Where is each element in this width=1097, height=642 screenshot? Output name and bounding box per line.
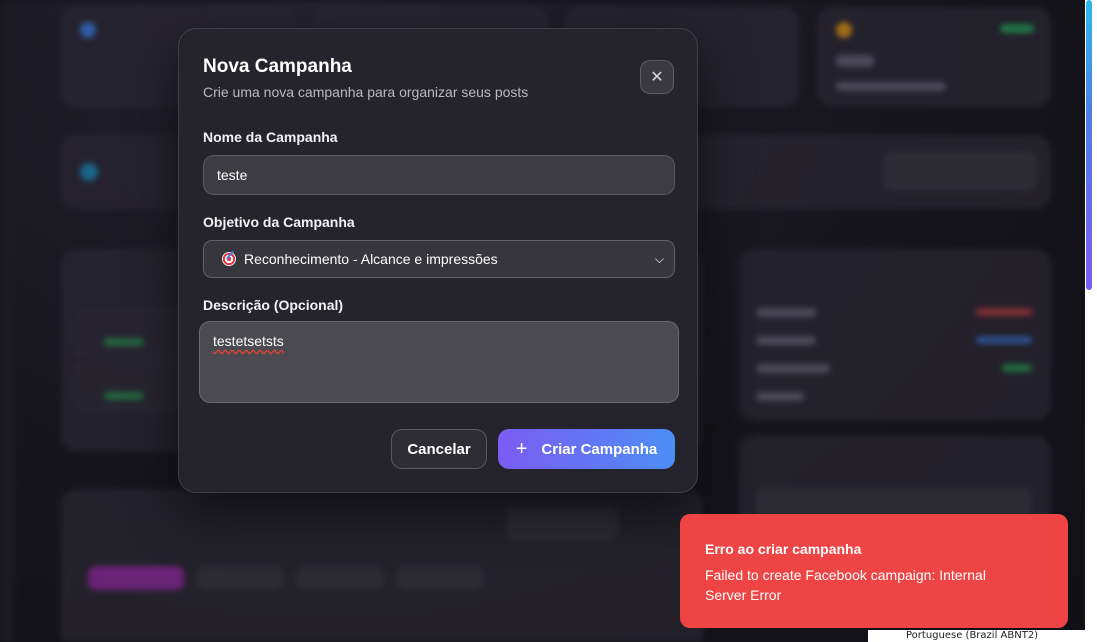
perf-row [756,364,830,373]
perf-row [756,308,816,317]
stat-icon [80,22,96,38]
close-button[interactable]: ✕ [640,60,674,94]
scrollbar-thumb[interactable] [1086,0,1092,290]
perf-value [976,308,1032,316]
campaign-objective-value: Reconhecimento - Alcance e impressões [244,251,498,267]
close-icon: ✕ [650,69,664,86]
perf-row [756,336,816,345]
dialog-title: Nova Campanha [203,56,352,77]
feed-status [104,392,144,400]
perf-row [756,392,804,401]
editor-tab [396,566,484,590]
stat-icon [836,22,852,38]
campaign-name-label: Nome da Campanha [203,129,338,145]
create-campaign-label: Criar Campanha [541,440,658,458]
perf-value [976,336,1032,344]
campaigns-icon [80,163,98,181]
campaign-name-input[interactable] [203,155,675,195]
plus-icon: + [515,438,528,460]
dialog-subtitle: Crie uma nova campanha para organizar se… [203,84,529,100]
new-campaign-bg-button [885,153,1035,189]
suggestions-input [756,488,1032,516]
feed-status [104,338,144,346]
toast-description: Failed to create Facebook campaign: Inte… [705,567,986,603]
campaign-description-text: testetsetsts [213,333,284,349]
create-campaign-button[interactable]: + Criar Campanha [498,429,675,469]
sidebar-edge [0,0,14,642]
error-toast[interactable]: Erro ao criar campanha Failed to create … [680,514,1068,628]
editor-button [506,506,618,540]
campaign-objective-label: Objetivo da Campanha [203,214,355,230]
chevron-down-icon: ⌵ [654,251,664,266]
keyboard-layout-indicator[interactable]: Portuguese (Brazil ABNT2) [868,630,1097,642]
toast-title: Erro ao criar campanha [705,541,862,557]
editor-tab [296,566,384,590]
stat-trend [1000,24,1034,33]
new-campaign-dialog: Nova Campanha Crie uma nova campanha par… [178,28,698,493]
perf-value [1002,364,1032,372]
target-emoji-icon [222,252,236,266]
editor-tab [196,566,284,590]
editor-tab-instagram [88,566,184,590]
cancel-button[interactable]: Cancelar [391,429,487,469]
campaign-objective-select[interactable]: Reconhecimento - Alcance e impressões ⌵ [203,240,675,278]
stat-caption [836,82,946,91]
campaign-description-textarea[interactable]: testetsetsts [199,321,679,403]
campaign-description-label: Descrição (Opcional) [203,297,344,313]
stat-value [836,55,874,67]
